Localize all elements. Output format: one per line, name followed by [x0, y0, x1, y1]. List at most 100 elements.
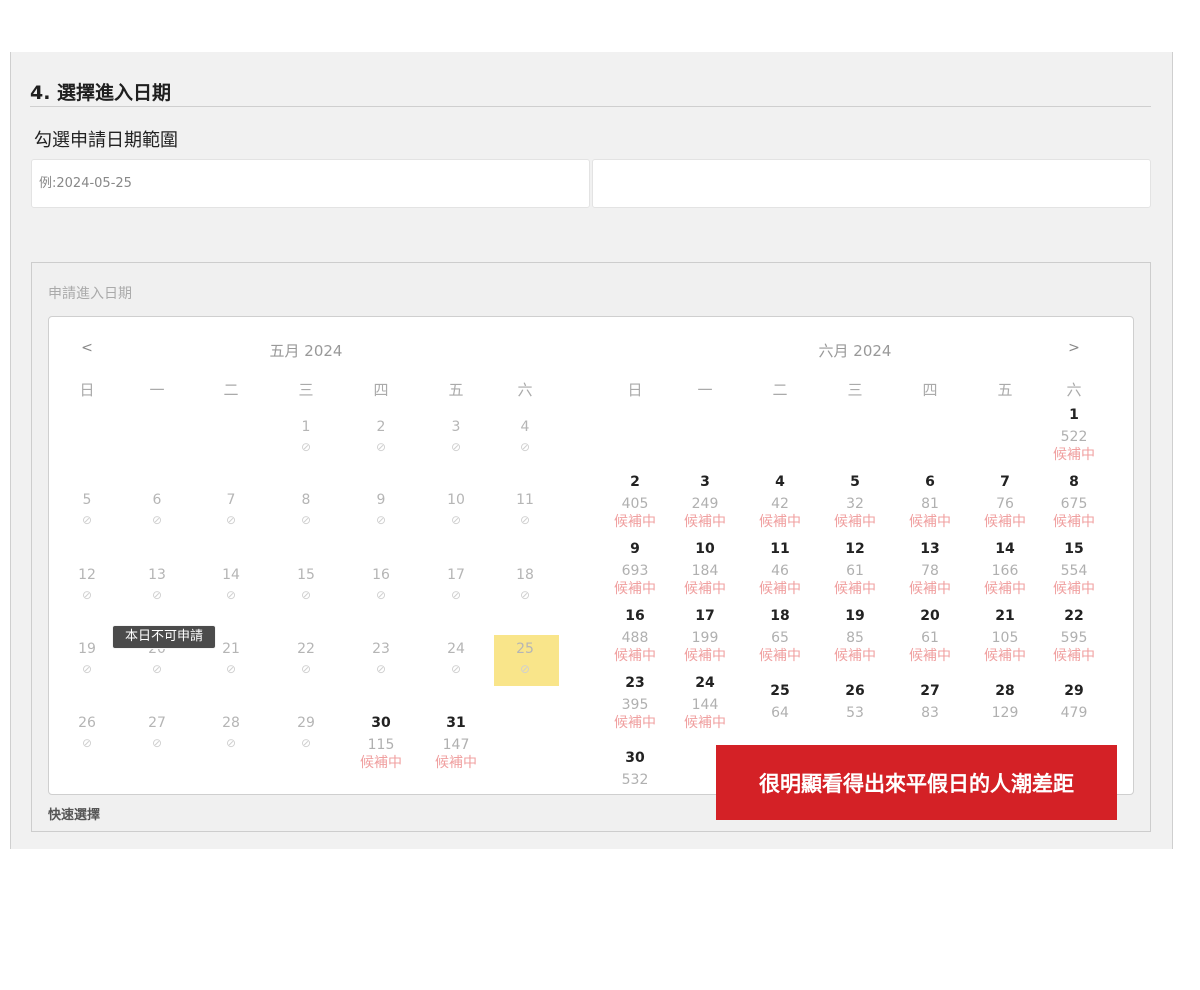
calendar-day[interactable]: 4	[775, 474, 785, 490]
unavailable-icon: ⊘	[519, 588, 531, 602]
calendar-day[interactable]: 28	[995, 683, 1014, 699]
calendar-day[interactable]: 6	[925, 474, 935, 490]
booking-count: 76	[996, 496, 1014, 512]
calendar-day: 29	[297, 715, 315, 731]
calendar-day: 16	[372, 567, 390, 583]
calendar-day[interactable]: 24	[695, 675, 714, 691]
calendar-day: 28	[222, 715, 240, 731]
booking-count: 61	[921, 630, 939, 646]
unavailable-icon: ⊘	[450, 662, 462, 676]
status-label: 候補中	[834, 514, 876, 530]
calendar-day[interactable]: 25	[770, 683, 789, 699]
calendar-day[interactable]: 1	[1069, 407, 1079, 423]
status-label: 候補中	[684, 648, 726, 664]
next-month-button[interactable]: >	[1068, 340, 1080, 356]
status-label: 候補中	[984, 514, 1026, 530]
calendar-day[interactable]: 17	[695, 608, 714, 624]
booking-count: 395	[621, 697, 649, 713]
booking-count: 46	[771, 563, 789, 579]
calendar-day[interactable]: 8	[1069, 474, 1079, 490]
picker-label: 申請進入日期	[48, 286, 132, 302]
booking-count: 184	[691, 563, 719, 579]
calendar-day[interactable]: 26	[845, 683, 864, 699]
calendar-day: 5	[82, 492, 92, 508]
calendar-day[interactable]: 18	[770, 608, 789, 624]
calendar	[48, 316, 1134, 795]
calendar-day: 21	[222, 641, 240, 657]
calendar-day: 14	[222, 567, 240, 583]
weekday-header: 日	[627, 381, 643, 399]
calendar-day: 18	[516, 567, 534, 583]
status-label: 候補中	[360, 755, 402, 771]
calendar-day[interactable]: 7	[1000, 474, 1010, 490]
month-title: 六月 2024	[818, 342, 892, 360]
unavailable-icon: ⊘	[450, 440, 462, 454]
calendar-day: 8	[301, 492, 311, 508]
calendar-day[interactable]: 13	[920, 541, 939, 557]
calendar-day[interactable]: 20	[920, 608, 939, 624]
calendar-day: 27	[148, 715, 166, 731]
calendar-day[interactable]: 3	[700, 474, 710, 490]
calendar-day: 7	[226, 492, 236, 508]
booking-count: 129	[991, 705, 1019, 721]
start-date-input[interactable]	[31, 159, 590, 208]
calendar-day[interactable]: 23	[625, 675, 644, 691]
calendar-day[interactable]: 30	[371, 715, 390, 731]
status-label: 候補中	[1053, 514, 1095, 530]
calendar-day: 11	[516, 492, 534, 508]
status-label: 候補中	[684, 514, 726, 530]
quick-select-label: 快速選擇	[48, 808, 101, 823]
unavailable-icon: ⊘	[375, 588, 387, 602]
status-label: 候補中	[684, 581, 726, 597]
status-label: 候補中	[759, 648, 801, 664]
unavailable-icon: ⊘	[519, 513, 531, 527]
calendar-day[interactable]: 19	[845, 608, 864, 624]
weekday-header: 三	[298, 381, 314, 399]
prev-month-button[interactable]: <	[81, 340, 93, 356]
unavailable-icon: ⊘	[151, 662, 163, 676]
end-date-input[interactable]	[592, 159, 1151, 208]
section-divider	[30, 106, 1151, 107]
weekday-header: 四	[373, 381, 389, 399]
calendar-day: 9	[376, 492, 386, 508]
unavailable-icon: ⊘	[519, 662, 531, 676]
calendar-day[interactable]: 22	[1064, 608, 1083, 624]
calendar-day[interactable]: 11	[770, 541, 789, 557]
status-label: 候補中	[1053, 581, 1095, 597]
status-label: 候補中	[834, 581, 876, 597]
calendar-day[interactable]: 2	[630, 474, 640, 490]
calendar-day: 17	[447, 567, 465, 583]
calendar-day[interactable]: 12	[845, 541, 864, 557]
status-label: 候補中	[435, 755, 477, 771]
calendar-day[interactable]: 16	[625, 608, 644, 624]
calendar-day[interactable]: 14	[995, 541, 1014, 557]
status-label: 候補中	[1053, 447, 1095, 463]
calendar-day[interactable]: 15	[1064, 541, 1083, 557]
calendar-day[interactable]: 27	[920, 683, 939, 699]
calendar-day[interactable]: 10	[695, 541, 714, 557]
calendar-day[interactable]: 31	[446, 715, 465, 731]
unavailable-icon: ⊘	[375, 662, 387, 676]
calendar-day: 4	[520, 419, 530, 435]
calendar-day[interactable]: 29	[1064, 683, 1083, 699]
unavailable-icon: ⊘	[225, 513, 237, 527]
weekday-header: 五	[448, 381, 464, 399]
booking-count: 522	[1060, 429, 1088, 445]
calendar-day: 3	[451, 419, 461, 435]
calendar-day[interactable]: 5	[850, 474, 860, 490]
calendar-day: 15	[297, 567, 315, 583]
booking-count: 65	[771, 630, 789, 646]
booking-count: 488	[621, 630, 649, 646]
status-label: 候補中	[684, 715, 726, 731]
status-label: 候補中	[909, 581, 951, 597]
status-label: 候補中	[614, 715, 656, 731]
weekday-header: 三	[847, 381, 863, 399]
calendar-day[interactable]: 21	[995, 608, 1014, 624]
unavailable-icon: ⊘	[225, 736, 237, 750]
booking-count: 42	[771, 496, 789, 512]
date-range-label: 勾選申請日期範圍	[34, 130, 178, 151]
booking-count: 32	[846, 496, 864, 512]
calendar-day[interactable]: 30	[625, 750, 644, 766]
calendar-day[interactable]: 9	[630, 541, 640, 557]
section-title: 4. 選擇進入日期	[30, 82, 172, 104]
